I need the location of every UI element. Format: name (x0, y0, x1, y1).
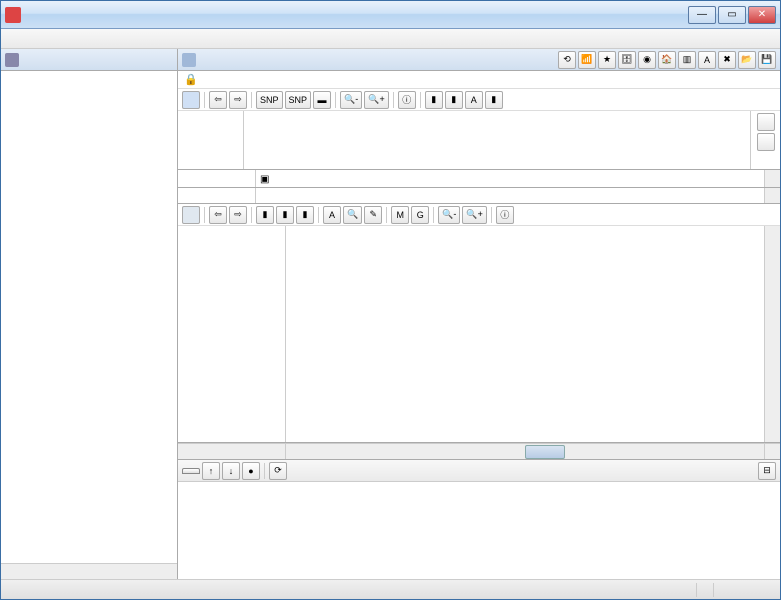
ov-nav-next[interactable]: ⇨ (229, 91, 247, 109)
hdr-btn-star[interactable]: ★ (598, 51, 616, 69)
maximize-button[interactable]: ▭ (718, 6, 746, 24)
ana-bullet[interactable]: ● (242, 462, 260, 480)
menu-tools[interactable] (37, 37, 53, 41)
consensus-aa-row: ▣ (178, 170, 780, 188)
lock-icon: 🔒 (184, 73, 198, 86)
analysis-tab[interactable] (182, 468, 200, 474)
ov-marker-red[interactable]: ▮ (425, 91, 443, 109)
overview-track[interactable] (244, 111, 750, 169)
ov-ref-btn[interactable] (757, 113, 775, 131)
sample-tree-panel (1, 49, 178, 579)
overview-section: ⇦ ⇨ SNP SNP ▬ 🔍- 🔍+ ⓘ ▮ ▮ A ▮ (178, 89, 780, 170)
hdr-btn-1[interactable]: ⟲ (558, 51, 576, 69)
al-btn-g[interactable]: G (411, 206, 429, 224)
alignment-labels (178, 226, 286, 442)
hdr-btn-wifi[interactable]: 📶 (578, 51, 596, 69)
ov-nav-prev[interactable]: ⇦ (209, 91, 227, 109)
aa-toggle-icon[interactable]: ▣ (260, 174, 269, 185)
al-zoom-in[interactable]: 🔍+ (462, 206, 486, 224)
hdr-btn-db[interactable]: 🗄 (618, 51, 636, 69)
consensus-aa-label (178, 170, 256, 187)
al-nav-prev[interactable]: ⇦ (209, 206, 227, 224)
al-btn-2[interactable]: ▮ (276, 206, 294, 224)
titlebar[interactable]: — ▭ ✕ (1, 1, 780, 29)
marks-track[interactable] (256, 188, 764, 203)
align-scroll-horizontal[interactable] (178, 443, 780, 459)
hdr-btn-home[interactable]: 🏠 (658, 51, 676, 69)
alignment-body (178, 226, 780, 443)
analysis-toolbar: ↑ ↓ ● ⟳ ⊟ (178, 460, 780, 482)
ov-marker-yellow[interactable]: ▮ (445, 91, 463, 109)
marks-scrollbar[interactable] (764, 188, 780, 203)
ov-snp-btn3[interactable]: ▬ (313, 91, 331, 109)
overview-toolbar: ⇦ ⇨ SNP SNP ▬ 🔍- 🔍+ ⓘ ▮ ▮ A ▮ (178, 89, 780, 111)
minimize-button[interactable]: — (688, 6, 716, 24)
ov-marker-a[interactable]: A (465, 91, 483, 109)
al-btn-edit[interactable]: ✎ (364, 206, 382, 224)
ov-marker-b[interactable]: ▮ (485, 91, 503, 109)
consensus-aa-track[interactable]: ▣ (256, 170, 764, 187)
ana-up[interactable]: ↑ (202, 462, 220, 480)
analysis-section: ↑ ↓ ● ⟳ ⊟ (178, 459, 780, 579)
menubar (1, 29, 780, 49)
refseq-label (178, 127, 243, 129)
aa-scrollbar[interactable] (764, 170, 780, 187)
menu-help[interactable] (85, 37, 101, 41)
marks-row (178, 188, 780, 204)
samples-icon (5, 53, 19, 67)
ov-snp-btn2[interactable]: SNP (285, 91, 312, 109)
menu-options[interactable] (21, 37, 37, 41)
align-toolbar: ⇦ ⇨ ▮ ▮ ▮ A 🔍 ✎ M G 🔍- 🔍+ ⓘ (178, 204, 780, 226)
al-btn-a[interactable]: A (323, 206, 341, 224)
al-btn-q[interactable]: 🔍 (343, 206, 362, 224)
contig-icon (182, 53, 196, 67)
align-scroll-vertical[interactable] (764, 226, 780, 442)
hdr-btn-x[interactable]: ✖ (718, 51, 736, 69)
ov-info[interactable]: ⓘ (398, 91, 416, 109)
hdr-btn-open[interactable]: 📂 (738, 51, 756, 69)
sample-tree[interactable] (1, 71, 177, 563)
ov-zoom-in[interactable]: 🔍+ (364, 91, 388, 109)
hdr-btn-circle[interactable]: ◉ (638, 51, 656, 69)
app-icon (5, 7, 21, 23)
ana-down[interactable]: ↓ (222, 462, 240, 480)
al-nav-next[interactable]: ⇨ (229, 206, 247, 224)
contig-tab[interactable] (182, 206, 200, 224)
menu-navigation[interactable] (53, 37, 69, 41)
contig-header: ⟲ 📶 ★ 🗄 ◉ 🏠 ▥ A ✖ 📂 💾 (178, 49, 780, 71)
al-btn-1[interactable]: ▮ (256, 206, 274, 224)
hdr-btn-a[interactable]: A (698, 51, 716, 69)
ov-va-btn[interactable] (757, 133, 775, 151)
menu-file[interactable] (5, 37, 21, 41)
edit-mode-bar: 🔒 (178, 71, 780, 89)
analysis-table[interactable] (178, 482, 780, 579)
al-info[interactable]: ⓘ (496, 206, 514, 224)
statusbar (1, 579, 780, 599)
ref-seq-button[interactable] (182, 91, 200, 109)
sample-tree-header[interactable] (1, 49, 177, 71)
ov-zoom-out[interactable]: 🔍- (340, 91, 362, 109)
al-zoom-out[interactable]: 🔍- (438, 206, 460, 224)
al-btn-m[interactable]: M (391, 206, 409, 224)
al-btn-3[interactable]: ▮ (296, 206, 314, 224)
ana-collapse[interactable]: ⊟ (758, 462, 776, 480)
hdr-btn-save[interactable]: 💾 (758, 51, 776, 69)
close-button[interactable]: ✕ (748, 6, 776, 24)
menu-bookmarks[interactable] (69, 37, 85, 41)
ana-refresh[interactable]: ⟳ (269, 462, 287, 480)
hdr-btn-tree[interactable]: ▥ (678, 51, 696, 69)
ov-snp-btn1[interactable]: SNP (256, 91, 283, 109)
tree-scrollbar[interactable] (1, 563, 177, 579)
alignment-sequence-view[interactable] (286, 226, 764, 442)
